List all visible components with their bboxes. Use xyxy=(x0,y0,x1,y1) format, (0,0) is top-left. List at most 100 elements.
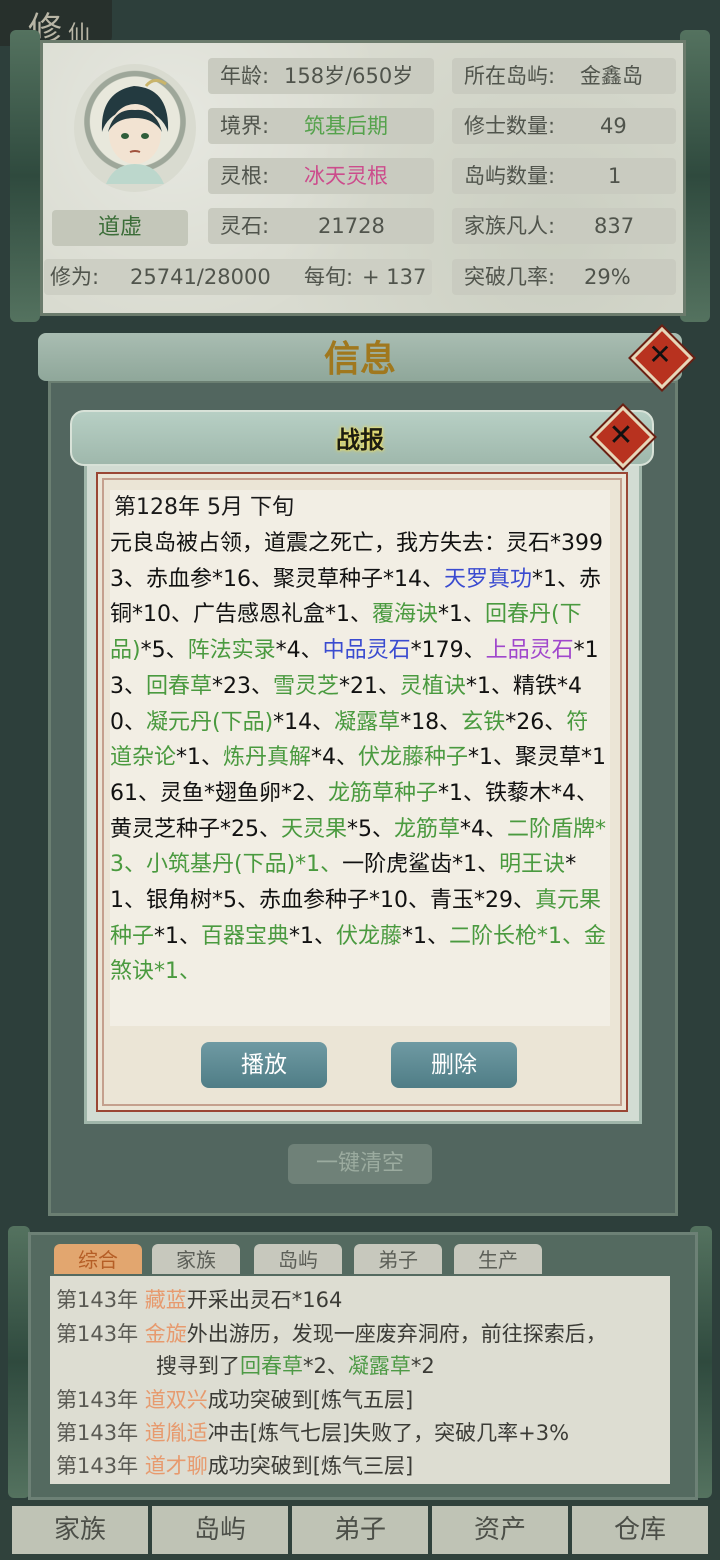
report-item-text: 龙筋草 xyxy=(394,816,461,842)
report-item-text: *4、 xyxy=(275,638,323,664)
report-item-text: *18、 xyxy=(400,709,462,735)
nav-island[interactable]: 岛屿 xyxy=(152,1506,288,1554)
islands-value: 1 xyxy=(608,164,622,188)
log-text: 冲击[炼气七层]失败了，突破几率+3% xyxy=(207,1421,570,1445)
report-item-text: 天罗真功 xyxy=(444,566,533,592)
clear-all-button[interactable]: 一键清空 xyxy=(288,1144,432,1184)
report-item-text: 玄铁 xyxy=(461,709,506,735)
log-rod-left xyxy=(8,1226,30,1498)
log-tab-disciple[interactable]: 弟子 xyxy=(354,1244,442,1274)
report-item-text: *179、 xyxy=(410,638,486,664)
mortals-stat: 家族凡人: 837 xyxy=(452,208,676,244)
log-list[interactable]: 第143年 藏蓝开采出灵石*164 第143年 金旋外出游历，发现一座废弃洞府，… xyxy=(50,1276,670,1484)
mortals-label: 家族凡人: xyxy=(464,214,556,238)
log-found-item: *2、 xyxy=(303,1354,348,1378)
log-entry: 第143年 道双兴成功突破到[炼气五层] xyxy=(56,1384,413,1414)
report-item-text: 灵植诀 xyxy=(400,673,467,699)
report-item-text: 回春草 xyxy=(146,673,213,699)
log-tab-production[interactable]: 生产 xyxy=(454,1244,542,1274)
nav-assets[interactable]: 资产 xyxy=(432,1506,568,1554)
report-item-text: 雪灵芝 xyxy=(273,673,340,699)
age-stat: 年龄: 158岁/650岁 xyxy=(208,58,434,94)
avatar[interactable] xyxy=(74,64,196,192)
player-name[interactable]: 道虚 xyxy=(52,210,188,246)
log-name: 藏蓝 xyxy=(144,1288,187,1312)
report-item-text: *1、 xyxy=(154,923,202,949)
log-year: 第143年 xyxy=(56,1421,139,1445)
log-found-items: 回春草*2、凝露草*2 xyxy=(240,1354,435,1378)
log-tab-island[interactable]: 岛屿 xyxy=(254,1244,342,1274)
islands-label: 岛屿数量: xyxy=(464,164,556,188)
xiuwei-value: 25741/28000 xyxy=(130,265,271,289)
cultivators-value: 49 xyxy=(600,114,627,138)
breakthrough-value: 29% xyxy=(584,265,631,289)
log-name: 道胤适 xyxy=(144,1421,208,1445)
log-name: 道才聊 xyxy=(144,1454,208,1478)
info-close-button[interactable]: ✕ xyxy=(630,326,694,390)
realm-label: 境界: xyxy=(220,114,270,138)
report-item-text: *5、 xyxy=(140,638,188,664)
xiuwei-label: 修为: xyxy=(50,265,100,289)
cultivators-stat: 修士数量: 49 xyxy=(452,108,676,144)
delete-button[interactable]: 删除 xyxy=(391,1042,517,1088)
log-text: 外出游历，发现一座废弃洞府，前往探索后， xyxy=(186,1322,607,1346)
report-item-text: 一阶虎鲨齿*1、 xyxy=(342,852,500,878)
log-text: 开采出灵石*164 xyxy=(186,1288,343,1312)
log-entry-continued: 搜寻到了回春草*2、凝露草*2 xyxy=(156,1350,435,1380)
report-item-text: *1、 xyxy=(402,923,450,949)
log-text: 成功突破到[炼气五层] xyxy=(207,1388,414,1412)
per-turn-value: + 137 xyxy=(362,265,427,289)
report-item-text: 伏龙藤种子 xyxy=(358,745,469,771)
report-item-text: *1、 xyxy=(289,923,337,949)
close-icon: ✕ xyxy=(648,338,672,371)
age-value: 158岁/650岁 xyxy=(284,64,414,88)
report-item-text: *14、 xyxy=(273,709,335,735)
log-found-item: 凝露草 xyxy=(347,1354,411,1378)
island-stat: 所在岛屿: 金鑫岛 xyxy=(452,58,676,94)
report-close-button[interactable]: ✕ xyxy=(591,405,655,469)
log-year: 第143年 xyxy=(56,1322,139,1346)
log-entry: 第143年 道胤适冲击[炼气七层]失败了，突破几率+3% xyxy=(56,1417,569,1447)
stone-stat: 灵石: 21728 xyxy=(208,208,434,244)
log-year: 第143年 xyxy=(56,1288,139,1312)
log-entry: 第143年 金旋外出游历，发现一座废弃洞府，前往探索后， xyxy=(56,1318,607,1348)
log-year: 第143年 xyxy=(56,1454,139,1478)
log-found-item: 回春草 xyxy=(240,1354,303,1378)
report-item-text: 炼丹真解 xyxy=(223,745,312,771)
report-item-text: 凝元丹(下品) xyxy=(146,709,274,735)
mortals-value: 837 xyxy=(594,214,635,238)
report-item-text: 覆海诀 xyxy=(372,602,439,628)
report-item-text: *1、 xyxy=(438,602,486,628)
log-tab-general[interactable]: 综合 xyxy=(54,1244,142,1274)
report-item-text: *4、 xyxy=(311,745,359,771)
play-button[interactable]: 播放 xyxy=(201,1042,327,1088)
xiuwei-stat: 修为: 25741/28000 每旬: + 137 xyxy=(44,259,432,295)
log-name: 道双兴 xyxy=(144,1388,208,1412)
island-label: 所在岛屿: xyxy=(464,64,556,88)
report-item-text: *26、 xyxy=(505,709,567,735)
report-item-text: 上品灵石 xyxy=(485,638,574,664)
report-item-text: 阵法实录 xyxy=(187,638,276,664)
report-item-text: *1、 xyxy=(176,745,224,771)
report-item-text: 百器宝典 xyxy=(201,923,290,949)
log-tab-family[interactable]: 家族 xyxy=(152,1244,240,1274)
report-content[interactable]: 第128年 5月 下旬 元良岛被占领，道震之死亡，我方失去：灵石*3993、赤血… xyxy=(110,490,610,1026)
nav-family[interactable]: 家族 xyxy=(12,1506,148,1554)
log-name: 金旋 xyxy=(144,1322,187,1346)
report-item-text: *4、 xyxy=(460,816,508,842)
nav-warehouse[interactable]: 仓库 xyxy=(572,1506,708,1554)
log-entry: 第143年 道才聊成功突破到[炼气三层] xyxy=(56,1450,413,1480)
report-item-text: *23、 xyxy=(212,673,274,699)
report-item-text: 天灵果 xyxy=(281,816,348,842)
root-label: 灵根: xyxy=(220,164,270,188)
per-turn-label: 每旬: xyxy=(304,265,354,289)
report-item-text: *5、 xyxy=(347,816,395,842)
nav-disciple[interactable]: 弟子 xyxy=(292,1506,428,1554)
report-item-text: *21、 xyxy=(339,673,401,699)
root-value: 冰天灵根 xyxy=(304,164,388,188)
log-text: 搜寻到了 xyxy=(156,1354,240,1378)
log-found-item: *2 xyxy=(410,1354,435,1378)
breakthrough-label: 突破几率: xyxy=(464,265,556,289)
log-text: 成功突破到[炼气三层] xyxy=(207,1454,414,1478)
report-item-text: 明王诀 xyxy=(499,852,566,878)
